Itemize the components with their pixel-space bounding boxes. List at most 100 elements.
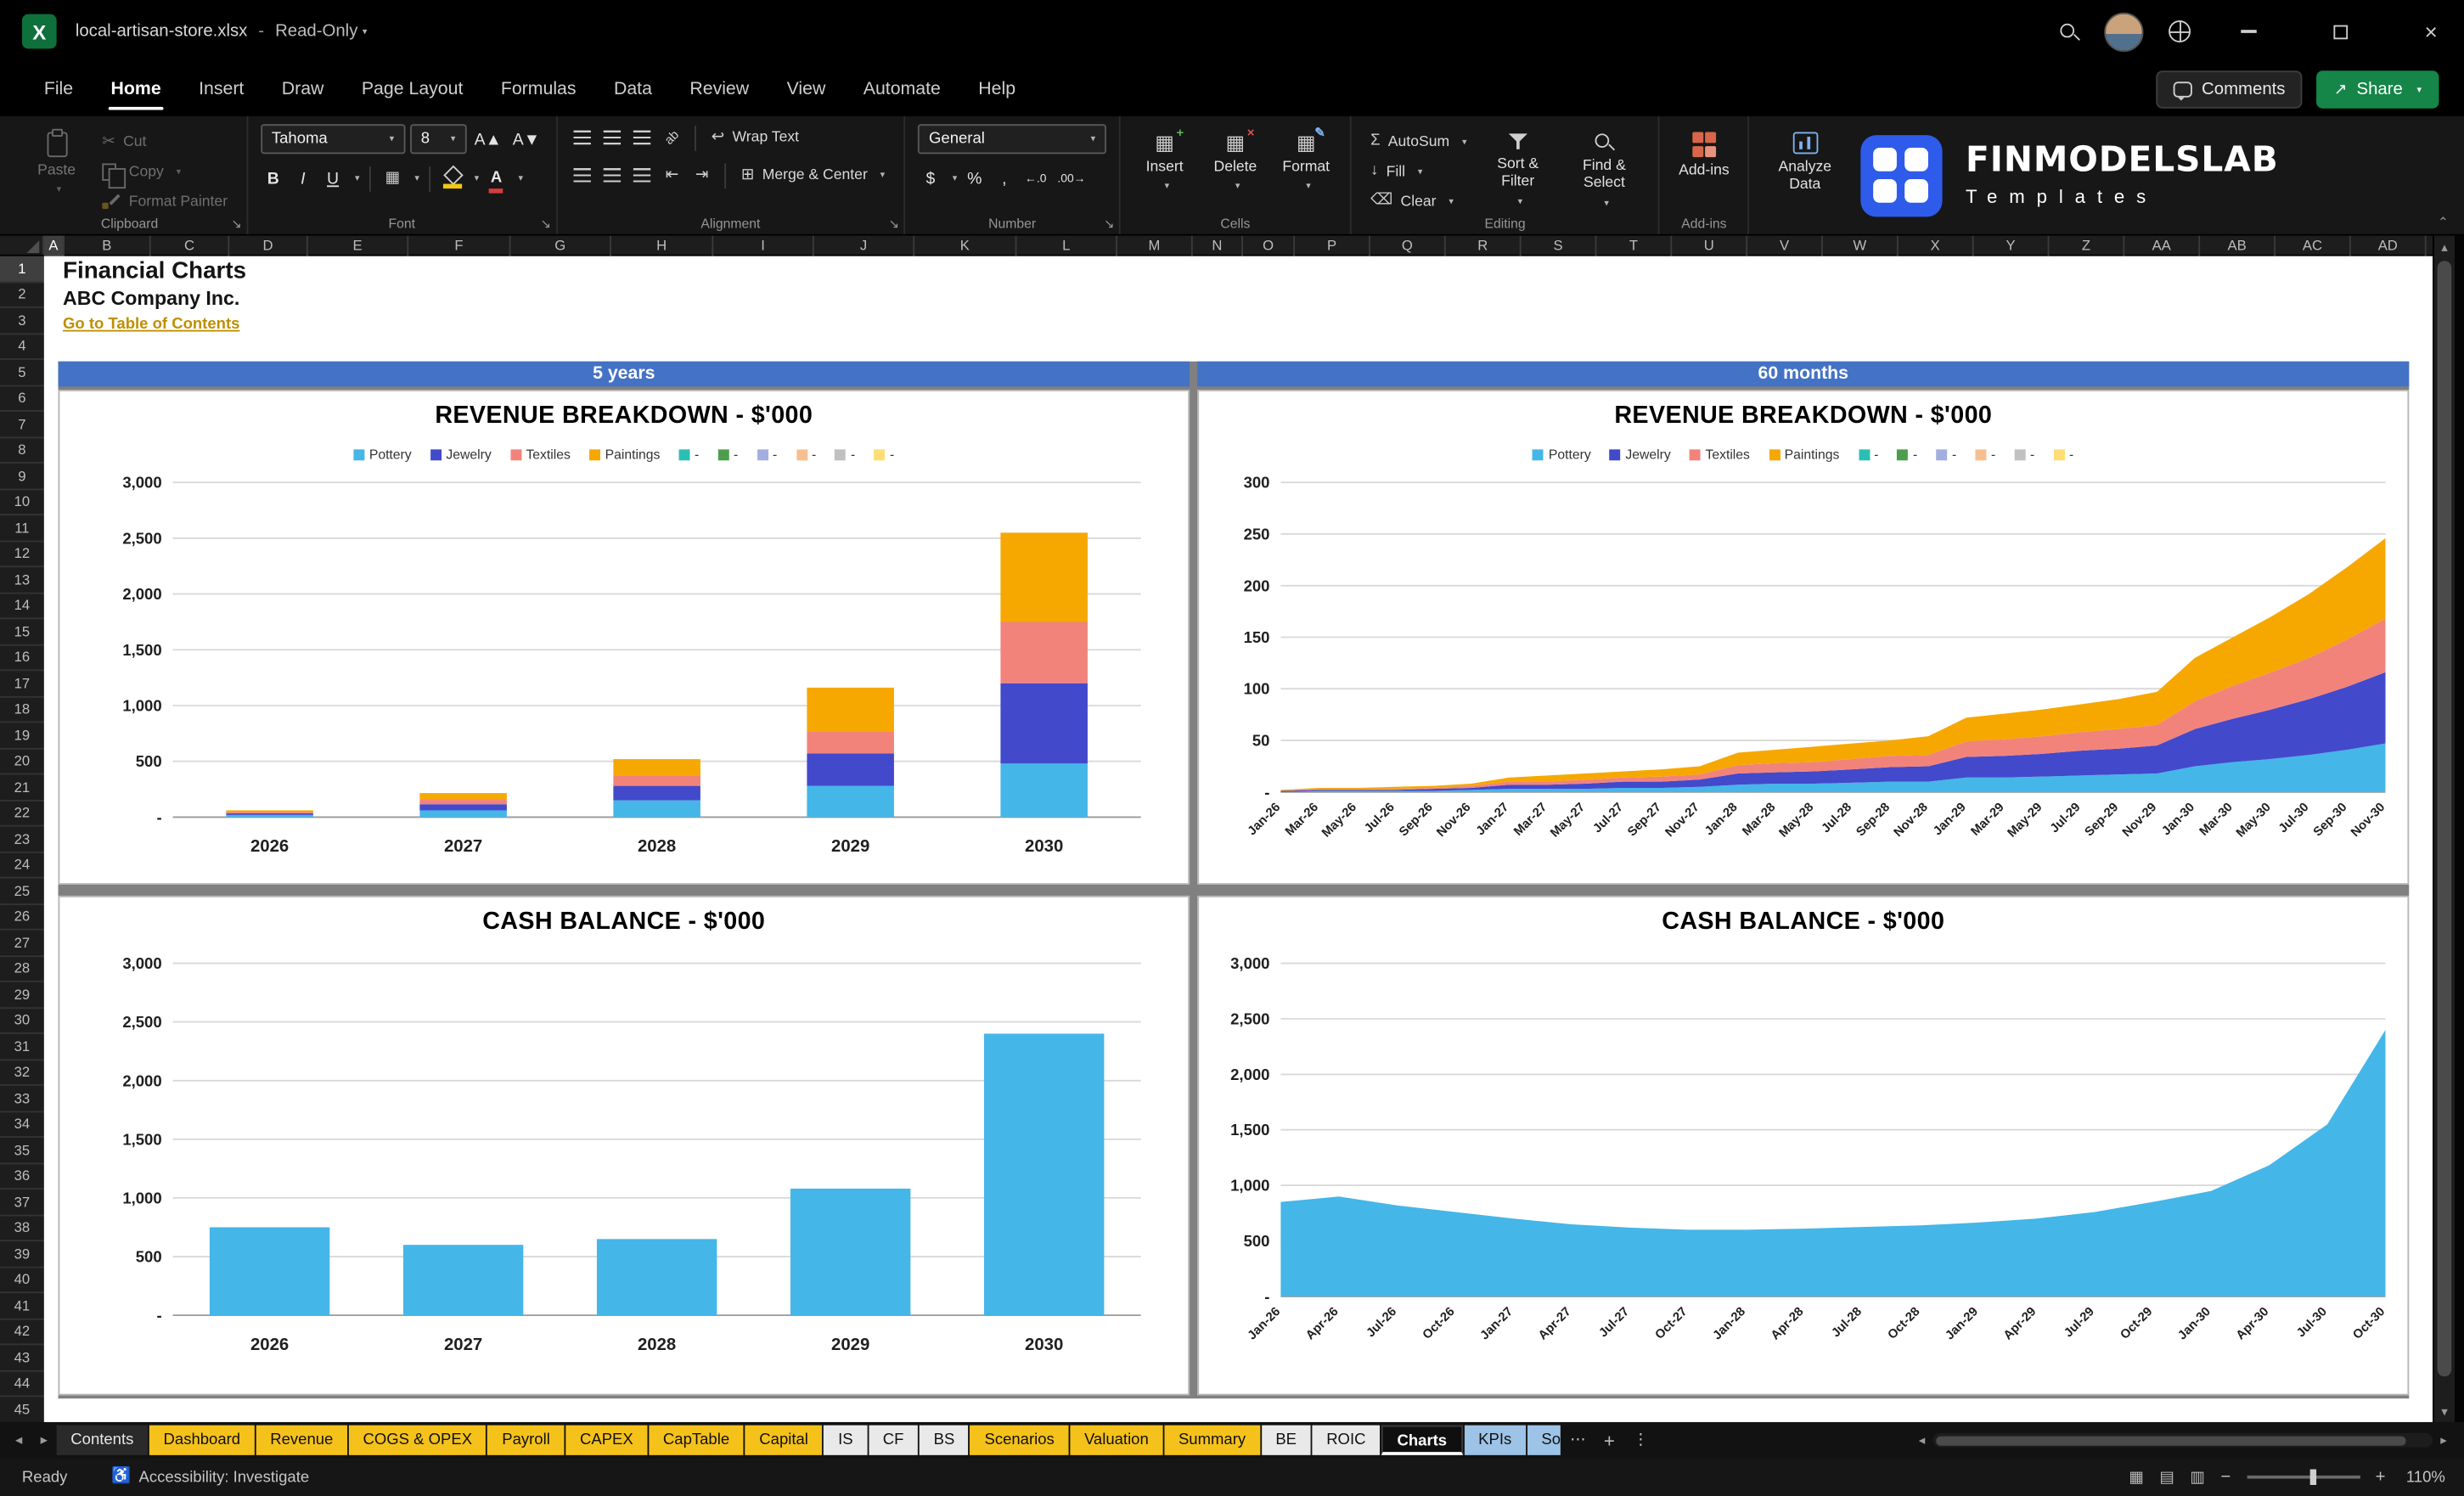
column-header-c[interactable]: C bbox=[151, 235, 230, 256]
increase-indent-button[interactable]: ⇥ bbox=[689, 162, 715, 188]
avatar[interactable] bbox=[2104, 11, 2144, 52]
column-header-l[interactable]: L bbox=[1016, 235, 1117, 256]
sheet-list-button[interactable]: ⋮ bbox=[1625, 1431, 1657, 1448]
row-header-41[interactable]: 41 bbox=[0, 1293, 44, 1319]
italic-button[interactable]: I bbox=[290, 165, 316, 191]
row-header-23[interactable]: 23 bbox=[0, 827, 44, 853]
toc-link[interactable]: Go to Table of Contents bbox=[63, 316, 239, 333]
tabs-scroll-right-icon[interactable]: ▸ bbox=[31, 1431, 57, 1448]
sheet-tab-be[interactable]: BE bbox=[1261, 1425, 1311, 1455]
row-header-11[interactable]: 11 bbox=[0, 515, 44, 542]
row-header-43[interactable]: 43 bbox=[0, 1345, 44, 1371]
accessibility-checker[interactable]: ♿ Accessibility: Investigate bbox=[111, 1469, 309, 1486]
sheet-tab-capital[interactable]: Capital bbox=[745, 1425, 823, 1455]
read-only-badge[interactable]: Read-Only bbox=[275, 22, 357, 41]
delete-cells-button[interactable]: ▦ × Delete ▾ bbox=[1204, 124, 1267, 212]
number-dialog-launcher[interactable]: ↘ bbox=[1104, 217, 1114, 231]
scroll-left-icon[interactable]: ◂ bbox=[1911, 1433, 1933, 1448]
chart-revenue-breakdown-5-years[interactable]: REVENUE BREAKDOWN - $'000 Pottery Jewelry… bbox=[58, 389, 1190, 886]
fill-color-button[interactable] bbox=[440, 165, 465, 191]
row-header-1[interactable]: 1 bbox=[0, 256, 44, 283]
sheet-tab-so[interactable]: So bbox=[1527, 1425, 1561, 1455]
row-header-21[interactable]: 21 bbox=[0, 774, 44, 801]
sheet-tab-kpis[interactable]: KPIs bbox=[1464, 1425, 1526, 1455]
scroll-right-icon[interactable]: ▸ bbox=[2433, 1433, 2455, 1448]
menu-help[interactable]: Help bbox=[959, 63, 1034, 116]
column-header-t[interactable]: T bbox=[1596, 235, 1673, 256]
comma-style-button[interactable]: , bbox=[992, 165, 1017, 191]
sheet-tab-charts[interactable]: Charts bbox=[1381, 1425, 1463, 1455]
zoom-slider[interactable] bbox=[2246, 1469, 2360, 1486]
sort-filter-button[interactable]: Sort & Filter ▾ bbox=[1481, 124, 1555, 212]
column-header-o[interactable]: O bbox=[1243, 235, 1296, 256]
menu-page-layout[interactable]: Page Layout bbox=[343, 63, 482, 116]
clipboard-dialog-launcher[interactable]: ↘ bbox=[231, 217, 241, 231]
align-left-button[interactable] bbox=[570, 162, 595, 188]
chart-revenue-breakdown-60-months[interactable]: REVENUE BREAKDOWN - $'000 Pottery Jewelry… bbox=[1197, 389, 2410, 886]
row-header-6[interactable]: 6 bbox=[0, 385, 44, 412]
sheet-canvas[interactable]: Financial Charts ABC Company Inc. Go to … bbox=[43, 256, 2433, 1422]
row-header-19[interactable]: 19 bbox=[0, 723, 44, 749]
row-header-45[interactable]: 45 bbox=[0, 1397, 44, 1422]
sheet-tab-capex[interactable]: CAPEX bbox=[565, 1425, 648, 1455]
row-header-24[interactable]: 24 bbox=[0, 852, 44, 879]
minimize-button[interactable] bbox=[2216, 0, 2282, 63]
row-header-4[interactable]: 4 bbox=[0, 334, 44, 360]
row-header-8[interactable]: 8 bbox=[0, 437, 44, 464]
row-header-34[interactable]: 34 bbox=[0, 1111, 44, 1138]
font-dialog-launcher[interactable]: ↘ bbox=[541, 217, 551, 231]
share-button[interactable]: ↗ Share ▾ bbox=[2316, 70, 2439, 109]
column-header-v[interactable]: V bbox=[1747, 235, 1823, 256]
font-color-button[interactable]: A bbox=[484, 165, 509, 193]
comments-button[interactable]: Comments bbox=[2156, 70, 2303, 109]
align-right-button[interactable] bbox=[630, 162, 655, 188]
sheet-tab-payroll[interactable]: Payroll bbox=[487, 1425, 565, 1455]
underline-button[interactable]: U bbox=[320, 165, 346, 191]
column-header-ab[interactable]: AB bbox=[2200, 235, 2276, 256]
column-header-z[interactable]: Z bbox=[2049, 235, 2125, 256]
row-header-12[interactable]: 12 bbox=[0, 542, 44, 568]
horizontal-scroll-thumb[interactable] bbox=[1936, 1435, 2406, 1445]
chart-cash-balance-5-years[interactable]: CASH BALANCE - $'000 3,000 2,500 2,000 1,50… bbox=[58, 895, 1190, 1396]
font-family-select[interactable]: Tahoma ▾ bbox=[260, 124, 406, 155]
row-header-36[interactable]: 36 bbox=[0, 1164, 44, 1190]
column-header-i[interactable]: I bbox=[713, 235, 814, 256]
decrease-indent-button[interactable]: ⇤ bbox=[660, 162, 685, 188]
column-header-d[interactable]: D bbox=[229, 235, 308, 256]
find-select-button[interactable]: Find & Select ▾ bbox=[1562, 124, 1645, 212]
row-header-18[interactable]: 18 bbox=[0, 697, 44, 723]
clear-button[interactable]: ⌫ Clear ▾ bbox=[1364, 188, 1473, 214]
fill-color-dropdown-icon[interactable]: ▾ bbox=[475, 173, 480, 183]
row-header-5[interactable]: 5 bbox=[0, 360, 44, 386]
sheet-tab-summary[interactable]: Summary bbox=[1164, 1425, 1260, 1455]
menu-insert[interactable]: Insert bbox=[180, 63, 263, 116]
menu-review[interactable]: Review bbox=[671, 63, 768, 116]
row-header-13[interactable]: 13 bbox=[0, 567, 44, 593]
sheet-tab-revenue[interactable]: Revenue bbox=[256, 1425, 347, 1455]
column-header-b[interactable]: B bbox=[65, 235, 151, 256]
row-header-7[interactable]: 7 bbox=[0, 412, 44, 438]
select-all-corner[interactable] bbox=[0, 235, 44, 255]
column-header-n[interactable]: N bbox=[1193, 235, 1243, 256]
column-header-j[interactable]: J bbox=[814, 235, 915, 256]
excel-app-icon[interactable]: X bbox=[21, 14, 57, 49]
increase-decimal-button[interactable]: ←.0 bbox=[1021, 165, 1049, 191]
row-header-40[interactable]: 40 bbox=[0, 1268, 44, 1294]
cut-button[interactable]: ✂ Cut bbox=[96, 129, 234, 155]
maximize-button[interactable] bbox=[2307, 0, 2373, 63]
vertical-scroll-thumb[interactable] bbox=[2437, 261, 2452, 1377]
menu-formulas[interactable]: Formulas bbox=[482, 63, 595, 116]
normal-view-button[interactable]: ▦ bbox=[2129, 1469, 2143, 1486]
row-header-22[interactable]: 22 bbox=[0, 801, 44, 827]
title-dropdown-icon[interactable]: ▾ bbox=[363, 26, 368, 37]
orientation-button[interactable]: ab bbox=[660, 124, 685, 150]
column-header-y[interactable]: Y bbox=[1974, 235, 2050, 256]
page-layout-view-button[interactable]: ▤ bbox=[2159, 1469, 2174, 1486]
analyze-data-button[interactable]: Analyze Data bbox=[1762, 124, 1848, 212]
bold-button[interactable]: B bbox=[261, 165, 286, 191]
column-header-m[interactable]: M bbox=[1117, 235, 1193, 256]
column-header-f[interactable]: F bbox=[408, 235, 511, 256]
globe-icon[interactable] bbox=[2169, 20, 2191, 42]
menu-automate[interactable]: Automate bbox=[845, 63, 960, 116]
sheet-tab-scenarios[interactable]: Scenarios bbox=[970, 1425, 1069, 1455]
